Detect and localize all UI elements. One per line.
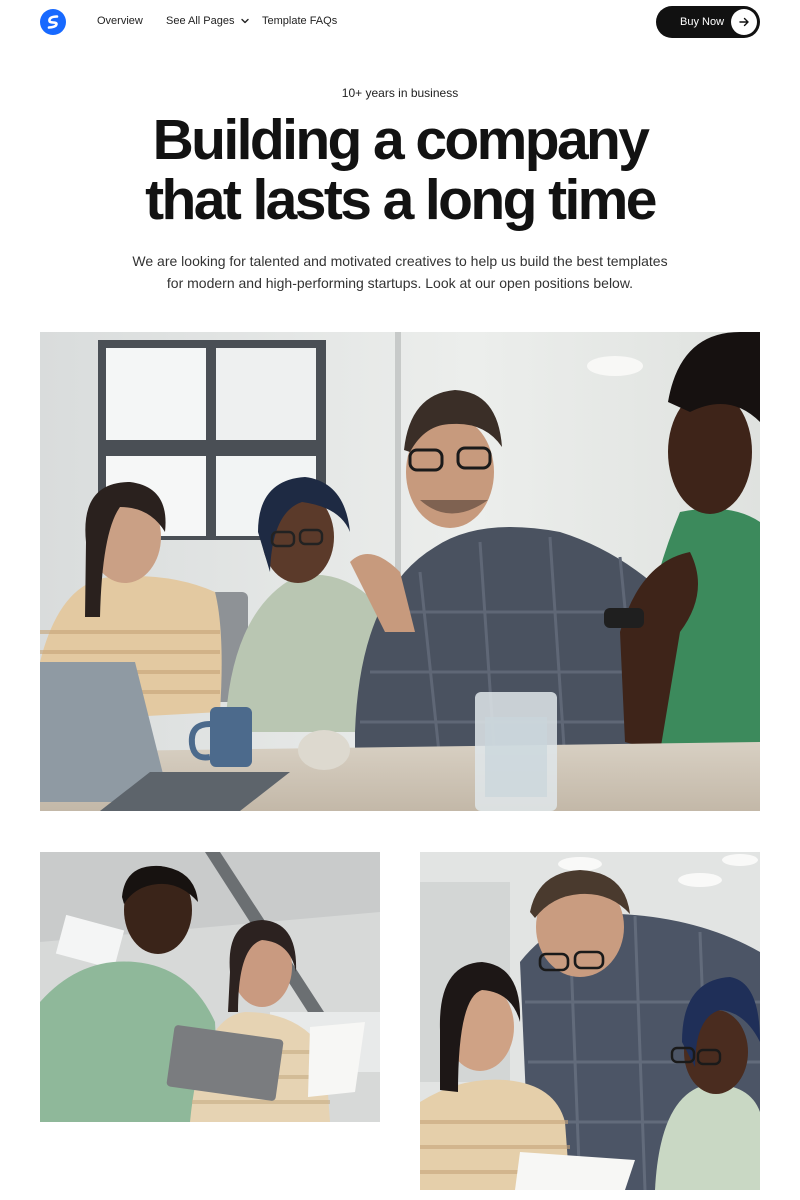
hero-subtitle: We are looking for talented and motivate…	[120, 250, 680, 294]
top-nav: Overview See All Pages Template FAQs Buy…	[0, 0, 800, 44]
brand-s-logo-icon	[47, 15, 59, 29]
nav-link-template-faqs[interactable]: Template FAQs	[262, 15, 337, 27]
hero-subtitle-line-1: We are looking for talented and motivate…	[132, 253, 668, 269]
buy-now-label: Buy Now	[680, 16, 725, 28]
nav-link-see-all-pages[interactable]: See All Pages	[166, 15, 249, 27]
hero-kicker: 10+ years in business	[341, 86, 459, 100]
team-reviewing-paper-photo	[420, 852, 760, 1190]
hero-title: Building a company that lasts a long tim…	[0, 110, 800, 230]
hero-title-line-1: Building a company	[152, 108, 650, 172]
nav-link-overview[interactable]: Overview	[97, 15, 143, 27]
buy-now-button[interactable]: Buy Now	[656, 6, 760, 38]
chevron-down-icon	[240, 18, 249, 24]
nav-link-see-all-pages-label: See All Pages	[166, 15, 235, 27]
hero-title-line-2: that lasts a long time	[145, 168, 657, 232]
team-meeting-photo	[40, 332, 760, 811]
brand-logo-icon[interactable]	[40, 9, 66, 35]
arrow-right-icon	[731, 9, 757, 35]
colleagues-tablet-photo	[40, 852, 380, 1122]
hero-subtitle-line-2: for modern and high-performing startups.…	[166, 275, 634, 291]
